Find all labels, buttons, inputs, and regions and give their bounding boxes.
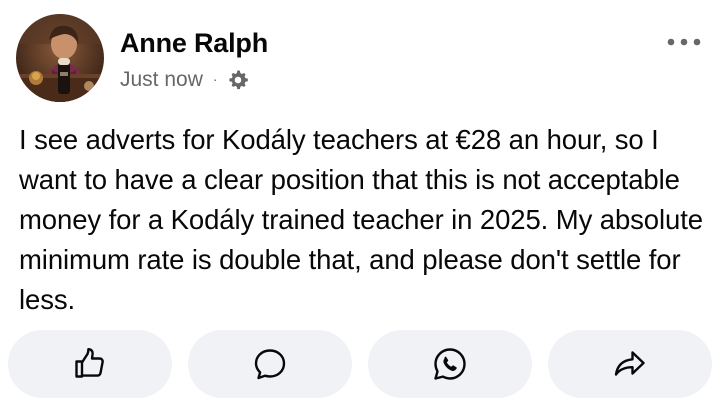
author-name[interactable]: Anne Ralph xyxy=(120,28,268,59)
ellipsis-icon xyxy=(667,38,701,46)
post-header: Anne Ralph Just now · xyxy=(16,14,704,106)
share-arrow-icon xyxy=(614,351,645,376)
avatar[interactable] xyxy=(16,14,104,102)
post-meta: Just now · xyxy=(120,66,249,94)
share-button[interactable] xyxy=(548,330,712,398)
thumbs-up-icon xyxy=(75,348,104,378)
more-options-button[interactable] xyxy=(664,32,704,52)
comment-button[interactable] xyxy=(188,330,352,398)
post-timestamp[interactable]: Just now xyxy=(120,68,203,92)
avatar-photo xyxy=(16,14,104,102)
post-text: I see adverts for Kodály teachers at €28… xyxy=(19,124,703,315)
action-bar xyxy=(8,330,714,398)
whatsapp-icon xyxy=(434,348,466,380)
whatsapp-share-button[interactable] xyxy=(368,330,532,398)
gear-icon[interactable] xyxy=(227,69,249,91)
like-button[interactable] xyxy=(8,330,172,398)
meta-separator: · xyxy=(212,71,218,87)
comment-bubble-icon xyxy=(254,349,286,380)
